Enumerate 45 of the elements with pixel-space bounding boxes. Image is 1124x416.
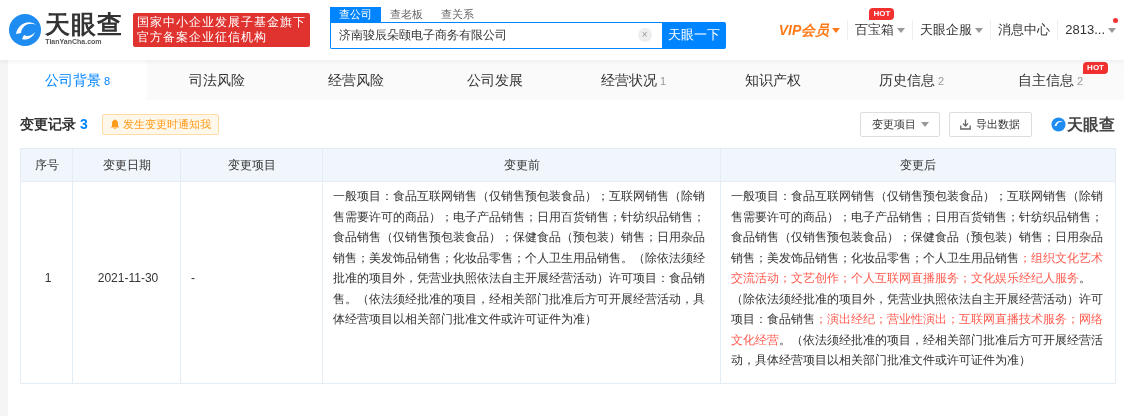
record-count: 3 [80,115,88,134]
bell-icon [109,119,120,130]
nav-link[interactable]: 百宝箱 [855,20,906,40]
caret-icon [920,122,929,127]
nav-link[interactable]: 消息中心 [998,20,1051,40]
search-tab[interactable]: 查公司 [329,7,381,22]
logo-text: 天眼查 [45,12,124,38]
section-tab[interactable]: 自主信息 2 HOT [981,60,1120,100]
certification-banner: 国家中小企业发展子基金旗下 官方备案企业征信机构 [133,13,311,47]
brand-text: 天眼查 [1067,114,1115,135]
export-button[interactable]: 导出数据 [948,112,1032,137]
hot-badge: HOT [1083,62,1108,74]
table-cell: 一般项目：食品互联网销售（仅销售预包装食品）；互联网销售（除销售需要许可的商品）；电子产品销售；日用百货销售；针纺织品销售；食品销售（仅销售预包装食品）；保健食品（预包装）销售；日用杂品销售；美发饰品销售；化妆品零售；个人卫生用品销售；组织文化艺术交流活动；文艺创作；个人互联网直播服务；文化娱乐经纪人服务。（除依法须经批准的项目外，凭营业执照依法自主开展经营活动）许可项目：食品销售；演出经纪；营业性演出；互联网直播技术服务；网络文化经营。（依法须经批准的项目，经相关部门批准后方可开展经营活动，具体经营项目以相关部门批准文件或许可证件为准） [720,181,1116,383]
caret-icon [897,27,906,33]
table-cell: 2021-11-30 [72,181,181,383]
caret-icon [832,27,841,33]
nav-link[interactable]: 天眼企服 [920,20,984,40]
table-cell: - [180,181,323,383]
nav-link[interactable]: 2813... [1065,20,1117,40]
section-tab[interactable]: 经营风险 [286,60,425,100]
notification-dot [1113,18,1119,24]
table-cell: 一般项目：食品互联网销售（仅销售预包装食品）；互联网销售（除销售需要许可的商品）；电子产品销售；日用百货销售；针纺织品销售；食品销售（仅销售预包装食品）；保健食品（预包装）销售；日用杂品销售；美发饰品销售；化妆品零售；个人卫生用品销售。（除依法须经批准的项目外，凭营业执照依法自主开展经营活动）许可项目：食品销售。（依法须经批准的项目，经相关部门批准后方可开展经营活动，具体经营项目以相关部门批准文件或许可证件为准） [322,181,721,383]
filter-dropdown[interactable]: 变更项目 [860,112,940,137]
search-button[interactable]: 天眼一下 [661,22,726,49]
download-icon [960,119,971,130]
search-tab[interactable]: 查老板 [380,7,432,22]
column-header: 序号 [20,148,73,182]
section-tab[interactable]: 经营状况 1 [564,60,703,100]
section-tab[interactable]: 公司发展 [425,60,564,100]
section-tab[interactable]: 知识产权 [703,60,842,100]
column-header: 变更前 [322,148,721,182]
section-title: 变更记录 [20,115,76,134]
column-header: 变更日期 [72,148,181,182]
logo-icon [8,13,42,47]
table-cell: 1 [20,181,73,383]
section-tab[interactable]: 历史信息 2 [842,60,981,100]
section-tab[interactable]: 司法风险 [147,60,286,100]
column-header: 变更后 [720,148,1116,182]
hot-badge: HOT [869,8,895,21]
caret-icon [975,27,984,33]
search-tab[interactable]: 查关系 [431,7,483,22]
logo-icon [1051,117,1066,132]
section-tab[interactable]: 公司背景 8 [8,60,147,100]
caret-icon [1108,27,1117,33]
column-header: 变更项目 [180,148,323,182]
